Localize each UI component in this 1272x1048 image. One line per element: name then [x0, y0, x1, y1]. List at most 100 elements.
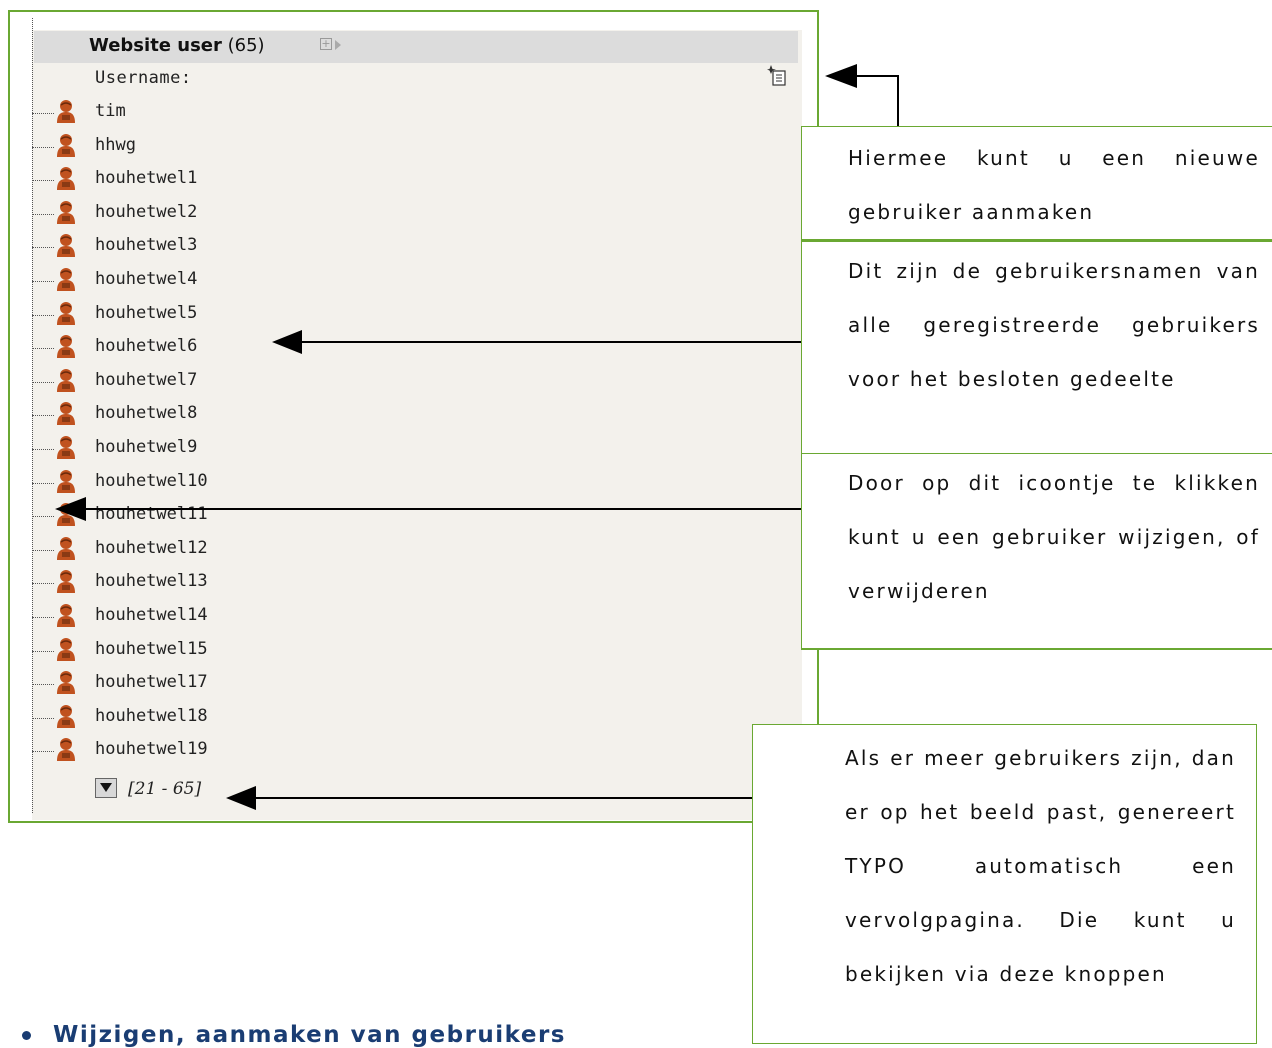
- user-row: houhetwel14: [32, 600, 432, 630]
- user-name[interactable]: tim: [95, 101, 126, 121]
- panel-title-label: Website user: [89, 35, 222, 56]
- tree-connector: [32, 348, 54, 350]
- user-name[interactable]: houhetwel15: [95, 639, 208, 659]
- user-row: houhetwel6: [32, 331, 432, 361]
- user-icon[interactable]: [54, 469, 78, 493]
- tree-connector: [32, 516, 54, 518]
- user-icon[interactable]: [54, 301, 78, 325]
- tree-connector: [32, 751, 54, 753]
- user-icon[interactable]: [54, 334, 78, 359]
- tree-connector: [32, 180, 54, 182]
- user-row: houhetwel7: [32, 365, 432, 395]
- user-row: houhetwel1: [32, 163, 432, 193]
- tree-connector: [32, 113, 54, 114]
- user-row: houhetwel2: [32, 197, 432, 227]
- user-icon[interactable]: [54, 637, 78, 661]
- user-name[interactable]: houhetwel3: [95, 235, 197, 255]
- user-row: houhetwel3: [32, 230, 432, 260]
- username-column-label: Username:: [95, 68, 192, 88]
- user-icon[interactable]: [54, 670, 78, 695]
- tree-connector: [32, 213, 54, 215]
- note-new-user: Hiermee kunt u een nieuwe gebruiker aanm…: [801, 126, 1272, 242]
- user-row: houhetwel5: [32, 298, 432, 328]
- user-icon[interactable]: [54, 99, 78, 123]
- user-name[interactable]: houhetwel6: [95, 336, 197, 356]
- new-record-icon[interactable]: [767, 64, 787, 86]
- user-icon[interactable]: [54, 267, 78, 291]
- section-heading: Wijzigen, aanmaken van gebruikers: [22, 1022, 566, 1048]
- expand-arrow-icon[interactable]: [335, 40, 341, 50]
- user-row: houhetwel15: [32, 634, 432, 664]
- user-icon[interactable]: [54, 502, 78, 527]
- arrow-new-user-line: [855, 75, 899, 126]
- user-row: houhetwel17: [32, 667, 432, 697]
- tree-connector: [32, 281, 54, 282]
- user-name[interactable]: houhetwel2: [95, 202, 197, 222]
- user-icon[interactable]: [54, 737, 78, 762]
- user-name[interactable]: houhetwel11: [95, 504, 208, 524]
- tree-connector: [32, 247, 54, 249]
- user-row: houhetwel13: [32, 566, 432, 596]
- user-name[interactable]: houhetwel7: [95, 370, 197, 390]
- user-icon[interactable]: [54, 166, 78, 191]
- user-name[interactable]: houhetwel18: [95, 706, 208, 726]
- note-new-user-text: Hiermee kunt u een nieuwe gebruiker aanm…: [848, 146, 1260, 224]
- user-icon[interactable]: [54, 435, 78, 459]
- arrow-new-user-head: [825, 64, 857, 88]
- user-row: houhetwel11: [32, 499, 432, 529]
- user-row: houhetwel8: [32, 398, 432, 428]
- tree-connector: [32, 583, 54, 585]
- expand-icon[interactable]: +: [320, 38, 332, 50]
- user-icon[interactable]: [54, 368, 78, 392]
- user-name[interactable]: houhetwel14: [95, 605, 208, 625]
- user-row: houhetwel10: [32, 466, 432, 496]
- user-icon[interactable]: [54, 603, 78, 627]
- tree-connector: [32, 549, 54, 551]
- pager-range[interactable]: [21 - 65]: [128, 779, 201, 799]
- user-name[interactable]: houhetwel13: [95, 571, 208, 591]
- user-name[interactable]: houhetwel1: [95, 168, 197, 188]
- tree-connector: [32, 482, 54, 484]
- user-name[interactable]: houhetwel19: [95, 739, 208, 759]
- user-row: houhetwel9: [32, 432, 432, 462]
- user-name[interactable]: houhetwel8: [95, 403, 197, 423]
- tree-connector: [32, 617, 54, 618]
- user-row: houhetwel18: [32, 701, 432, 731]
- user-icon[interactable]: [54, 704, 78, 728]
- user-icon[interactable]: [54, 401, 78, 426]
- tree-connector: [32, 717, 54, 719]
- user-icon[interactable]: [54, 200, 78, 224]
- note-paging: Als er meer gebruikers zijn, dan er op h…: [752, 724, 1257, 1044]
- panel-title: Website user (65): [89, 35, 265, 56]
- user-row: houhetwel12: [32, 533, 432, 563]
- user-icon[interactable]: [54, 569, 78, 594]
- tree-connector: [32, 314, 54, 316]
- user-name[interactable]: houhetwel12: [95, 538, 208, 558]
- tree-connector: [32, 684, 54, 686]
- tree-connector: [32, 415, 54, 417]
- user-row: houhetwel4: [32, 264, 432, 294]
- user-icon[interactable]: [54, 536, 78, 560]
- section-heading-text: Wijzigen, aanmaken van gebruikers: [53, 1022, 566, 1048]
- user-row: hhwg: [32, 130, 432, 160]
- panel-title-count: (65): [227, 35, 265, 56]
- pager-down-icon[interactable]: [95, 778, 117, 798]
- note-icon-text: Door op dit icoontje te klikken kunt u e…: [848, 471, 1260, 603]
- tree-connector: [32, 449, 54, 450]
- user-row: houhetwel19: [32, 734, 432, 764]
- note-paging-text: Als er meer gebruikers zijn, dan er op h…: [845, 746, 1236, 986]
- user-name[interactable]: houhetwel5: [95, 303, 197, 323]
- user-name[interactable]: houhetwel10: [95, 471, 208, 491]
- user-name[interactable]: hhwg: [95, 135, 136, 155]
- tree-connector: [32, 381, 54, 383]
- tree-connector: [32, 650, 54, 652]
- note-icon: Door op dit icoontje te klikken kunt u e…: [801, 454, 1272, 650]
- user-name[interactable]: houhetwel17: [95, 672, 208, 692]
- note-usernames: Dit zijn de gebruikersnamen van alle ger…: [801, 242, 1272, 454]
- user-icon[interactable]: [54, 133, 78, 157]
- user-name[interactable]: houhetwel9: [95, 437, 197, 457]
- user-icon[interactable]: [54, 233, 78, 258]
- note-usernames-text: Dit zijn de gebruikersnamen van alle ger…: [848, 259, 1260, 391]
- user-name[interactable]: houhetwel4: [95, 269, 197, 289]
- tree-connector: [32, 146, 54, 148]
